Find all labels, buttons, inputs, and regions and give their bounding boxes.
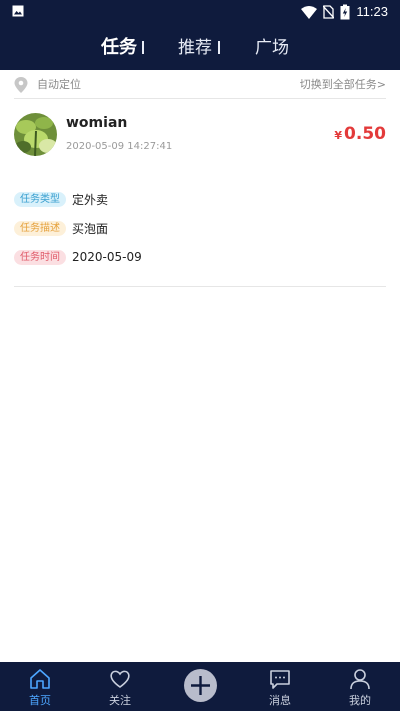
tab-tasks[interactable]: 任务 <box>101 24 137 70</box>
nav-messages-label: 消息 <box>269 694 291 707</box>
status-time: 11:23 <box>356 4 388 19</box>
task-description-tag: 任务描述 <box>14 220 66 236</box>
location-bar: 自动定位 切换到全部任务> <box>14 70 386 99</box>
nav-home-label: 首页 <box>29 694 51 707</box>
post-time: 2020-05-09 14:27:41 <box>66 141 173 152</box>
top-tab-bar: 任务 推荐 广场 <box>0 24 400 70</box>
task-card[interactable]: womian 2020-05-09 14:27:41 ¥0.50 任务类型 定外… <box>14 100 386 287</box>
task-time-value: 2020-05-09 <box>72 250 142 264</box>
tab-square[interactable]: 广场 <box>255 24 289 70</box>
tab-divider <box>142 41 144 54</box>
location-pin-icon <box>14 77 28 93</box>
nav-profile-label: 我的 <box>349 694 371 707</box>
task-type-value: 定外卖 <box>72 192 109 207</box>
nav-follow-label: 关注 <box>109 694 131 707</box>
image-notification-icon <box>12 5 24 17</box>
task-price: ¥0.50 <box>334 124 386 144</box>
user-icon <box>350 669 370 690</box>
no-sim-icon <box>323 5 335 19</box>
currency-symbol: ¥ <box>334 129 343 142</box>
home-icon <box>30 669 50 689</box>
battery-charging-icon <box>340 4 350 20</box>
task-time-tag: 任务时间 <box>14 249 66 265</box>
task-description-value: 买泡面 <box>72 221 109 236</box>
price-amount: 0.50 <box>344 124 386 144</box>
nav-follow[interactable]: 关注 <box>80 662 160 711</box>
avatar[interactable] <box>14 113 57 156</box>
status-bar: 11:23 <box>0 0 400 24</box>
nav-profile[interactable]: 我的 <box>320 662 400 711</box>
nav-messages[interactable]: 消息 <box>240 662 320 711</box>
username: womian <box>66 115 128 131</box>
task-type-row: 任务类型 定外卖 <box>14 190 108 208</box>
add-task-button[interactable] <box>184 669 217 702</box>
task-time-row: 任务时间 2020-05-09 <box>14 248 142 266</box>
nav-home[interactable]: 首页 <box>0 662 80 711</box>
heart-icon <box>110 670 130 688</box>
tab-recommend[interactable]: 推荐 <box>178 24 212 70</box>
plus-icon <box>191 676 210 695</box>
wifi-icon <box>301 5 318 19</box>
message-icon <box>270 670 290 689</box>
task-type-tag: 任务类型 <box>14 191 66 207</box>
tab-divider <box>218 41 220 54</box>
bottom-nav: 首页 关注 消息 我的 <box>0 662 400 711</box>
auto-location-label[interactable]: 自动定位 <box>37 70 81 99</box>
switch-all-tasks-link[interactable]: 切换到全部任务> <box>300 70 386 99</box>
task-description-row: 任务描述 买泡面 <box>14 219 108 237</box>
